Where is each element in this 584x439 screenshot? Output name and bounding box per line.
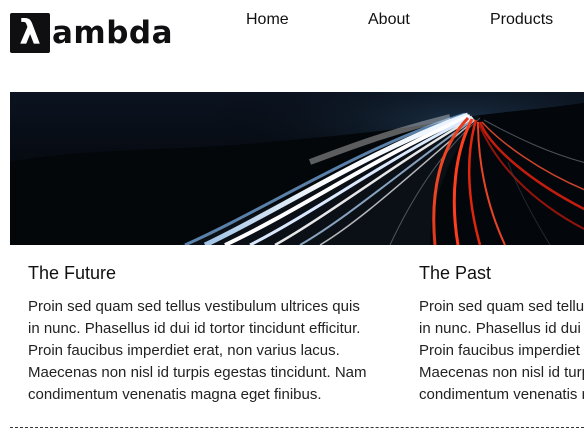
article-title: The Future	[28, 263, 117, 283]
article-body-line: Proin faucibus imperdiet erat, non variu…	[28, 342, 340, 359]
nav-link-home[interactable]: Home	[246, 11, 289, 29]
lambda-logo[interactable]: λ ambda	[10, 13, 173, 53]
article-body-line: Maecenas non nisl id turpis egestas tinc…	[28, 364, 367, 381]
article-the-future: The Future Proin sed quam sed tellus ves…	[28, 262, 398, 406]
article-title: The Past	[419, 263, 492, 283]
article-body-line: Maecenas non nisl id turpis egestas tinc…	[419, 364, 584, 381]
article-body: Proin sed quam sed tellus vestibulum ult…	[28, 296, 398, 406]
nav-link-products[interactable]: Products	[490, 11, 553, 29]
article-body-line: condimentum venenatis magna eget finibus…	[419, 386, 584, 403]
hero-image	[10, 92, 584, 245]
article-body-line: Proin sed quam sed tellus vestibulum ult…	[419, 298, 584, 315]
highway-light-trails-icon	[10, 92, 584, 245]
article-body: Proin sed quam sed tellus vestibulum ult…	[419, 296, 584, 406]
article-body-line: Proin sed quam sed tellus vestibulum ult…	[28, 298, 360, 315]
article-body-line: in nunc. Phasellus id dui id tortor tinc…	[28, 320, 361, 337]
logo-text: ambda	[52, 15, 174, 51]
article-body-line: condimentum venenatis magna eget finibus…	[28, 386, 322, 403]
article-body-line: Proin faucibus imperdiet erat, non variu…	[419, 342, 584, 359]
lambda-logo-icon: λ	[10, 13, 50, 53]
article-body-line: in nunc. Phasellus id dui id tortor tinc…	[419, 320, 584, 337]
article-the-past: The Past Proin sed quam sed tellus vesti…	[419, 262, 584, 406]
page: λ ambda Home About Products The Future P…	[0, 0, 584, 439]
nav-link-about[interactable]: About	[368, 11, 410, 29]
section-divider	[10, 427, 584, 428]
